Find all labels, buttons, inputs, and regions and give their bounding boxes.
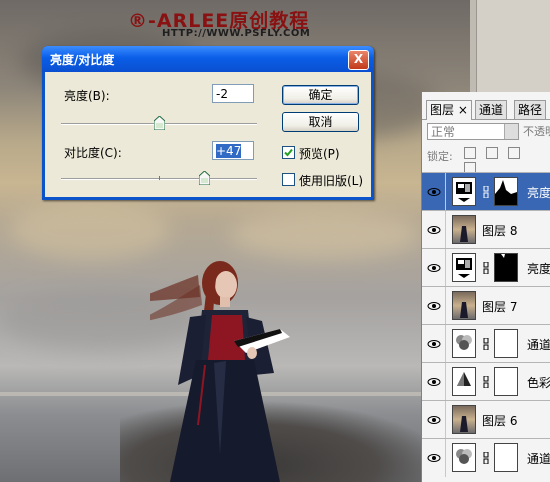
image-thumbnail[interactable] — [452, 291, 476, 320]
cancel-button[interactable]: 取消 — [282, 112, 359, 132]
scrollbar[interactable] — [470, 0, 477, 92]
preview-checkbox[interactable] — [282, 146, 295, 159]
lock-label: 锁定: — [427, 150, 453, 163]
link-icon[interactable] — [483, 452, 489, 464]
layer-row[interactable]: 亮度 — [422, 248, 550, 287]
link-icon[interactable] — [483, 262, 489, 274]
layer-name: 图层 8 — [482, 224, 518, 238]
divider — [445, 363, 446, 401]
lock-move-icon[interactable] — [507, 147, 520, 159]
tab-layers-label: 图层 × — [430, 103, 468, 117]
close-button[interactable]: X — [348, 50, 369, 70]
eye-icon[interactable] — [426, 184, 442, 200]
opacity-label: 不透明 — [523, 125, 550, 138]
ok-label: 确定 — [308, 88, 333, 102]
adjustment-thumbnail[interactable] — [452, 329, 476, 358]
adjustment-thumbnail[interactable] — [452, 443, 476, 472]
link-icon[interactable] — [483, 376, 489, 388]
eye-icon[interactable] — [426, 298, 442, 314]
dialog-body: 亮度(B): -2 对比度(C): +47 确定 取消 预览(P) 使用旧版(L… — [45, 72, 371, 197]
layer-name: 通道 — [527, 338, 550, 352]
layer-name: 色彩 — [527, 376, 550, 390]
layer-mask-thumbnail[interactable] — [494, 253, 518, 282]
watermark: ®-ARLEE原创教程 HTTP://WWW.PSFLY.COM — [128, 6, 310, 39]
contrast-label: 对比度(C): — [64, 146, 122, 160]
divider — [445, 287, 446, 325]
contrast-input[interactable]: +47 — [212, 141, 254, 160]
divider — [445, 325, 446, 363]
tab-paths[interactable]: 路径 — [514, 100, 547, 119]
divider — [445, 173, 446, 211]
dialog-title: 亮度/对比度 — [50, 53, 115, 67]
check-icon — [284, 148, 293, 157]
brightness-slider-handle[interactable] — [153, 116, 165, 130]
blend-mode-select[interactable]: 正常 — [427, 123, 519, 140]
adjustment-thumbnail[interactable] — [452, 177, 476, 206]
link-icon[interactable] — [483, 186, 489, 198]
layer-mask-thumbnail[interactable] — [494, 443, 518, 472]
panel-tabs: 图层 × 通道 路径 — [422, 99, 550, 120]
lock-icons — [464, 147, 544, 174]
tab-channels[interactable]: 通道 — [475, 100, 508, 119]
blend-mode-value: 正常 — [431, 125, 456, 139]
tab-channels-label: 通道 — [479, 103, 504, 117]
eye-icon[interactable] — [426, 222, 442, 238]
dialog-titlebar[interactable]: 亮度/对比度 X — [42, 46, 374, 72]
eye-icon[interactable] — [426, 260, 442, 276]
cancel-label: 取消 — [308, 115, 333, 129]
watermark-url: HTTP://WWW.PSFLY.COM — [162, 28, 311, 39]
adjustment-thumbnail[interactable] — [452, 367, 476, 396]
contrast-value: +47 — [216, 144, 242, 158]
divider — [445, 211, 446, 249]
link-icon[interactable] — [483, 338, 489, 350]
layer-name: 图层 6 — [482, 414, 518, 428]
brightness-label: 亮度(B): — [64, 89, 110, 103]
layer-row[interactable]: 通道 — [422, 324, 550, 363]
tab-paths-label: 路径 — [518, 103, 543, 117]
layer-row[interactable]: 色彩 — [422, 362, 550, 401]
preview-label: 预览(P) — [299, 147, 340, 161]
lock-transparency-icon[interactable] — [464, 147, 476, 159]
layer-mask-thumbnail[interactable] — [494, 177, 518, 206]
cloud — [230, 210, 420, 260]
eye-icon[interactable] — [426, 412, 442, 428]
adjustment-thumbnail[interactable] — [452, 253, 476, 282]
tab-layers[interactable]: 图层 × — [426, 100, 472, 120]
layer-name: 图层 7 — [482, 300, 518, 314]
layer-mask-thumbnail[interactable] — [494, 329, 518, 358]
cloud — [10, 200, 170, 260]
layer-name: 亮度 — [527, 262, 550, 276]
layer-name: 亮度 — [527, 186, 550, 200]
contrast-slider-handle[interactable] — [198, 171, 210, 185]
layer-row[interactable]: 图层 6 — [422, 400, 550, 439]
legacy-checkbox[interactable] — [282, 173, 295, 186]
close-icon: X — [353, 52, 364, 66]
layer-row[interactable]: 通道 — [422, 438, 550, 477]
image-thumbnail[interactable] — [452, 405, 476, 434]
brightness-input[interactable]: -2 — [212, 84, 254, 103]
eye-icon[interactable] — [426, 374, 442, 390]
layers-panel: 图层 × 通道 路径 正常 不透明 锁定: 亮度 图层 8 — [421, 92, 550, 482]
image-thumbnail[interactable] — [452, 215, 476, 244]
layer-row[interactable]: 亮度 — [422, 172, 550, 211]
photoshop-side-strip — [470, 0, 550, 92]
woman-figure — [150, 261, 290, 482]
layer-name: 通道 — [527, 452, 550, 466]
eye-icon[interactable] — [426, 336, 442, 352]
brightness-contrast-dialog: 亮度/对比度 X 亮度(B): -2 对比度(C): +47 确定 取消 预览(… — [42, 46, 374, 200]
divider — [445, 439, 446, 477]
legacy-label: 使用旧版(L) — [299, 174, 364, 188]
layer-mask-thumbnail[interactable] — [494, 367, 518, 396]
slider-center-tick — [159, 176, 160, 180]
ok-button[interactable]: 确定 — [282, 85, 359, 105]
brightness-value: -2 — [216, 87, 228, 101]
layer-row[interactable]: 图层 8 — [422, 210, 550, 249]
divider — [445, 401, 446, 439]
lock-paint-icon[interactable] — [485, 147, 498, 159]
eye-icon[interactable] — [426, 450, 442, 466]
layer-row[interactable]: 图层 7 — [422, 286, 550, 325]
chevron-down-icon — [504, 124, 518, 139]
divider — [445, 249, 446, 287]
